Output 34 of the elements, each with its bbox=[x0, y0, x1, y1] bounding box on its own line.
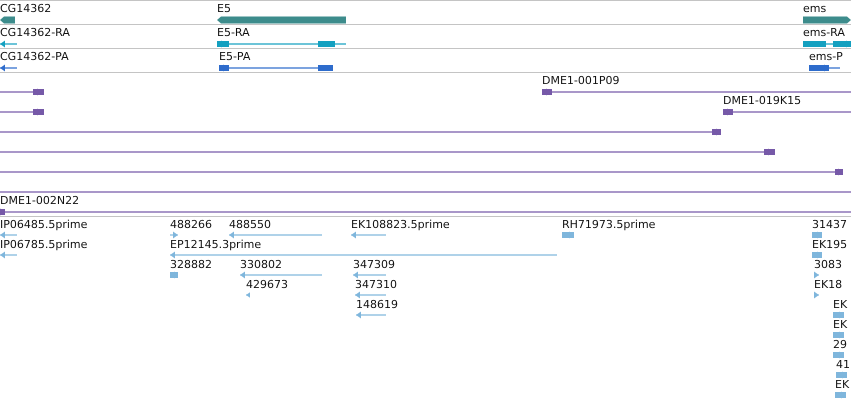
est-label: EK108823.5prime bbox=[351, 219, 450, 231]
transcript-label: CG14362-RA bbox=[0, 27, 70, 39]
est-label: 488550 bbox=[229, 219, 271, 231]
protein-label: CG14362-PA bbox=[0, 51, 69, 63]
protein-label: E5-PA bbox=[219, 51, 250, 63]
clone-label: DME1-001P09 bbox=[542, 75, 620, 87]
clone-label: DME1-002N22 bbox=[0, 195, 80, 207]
est-label: IP06485.5prime bbox=[0, 219, 88, 231]
transcript-label: ems-RA bbox=[803, 27, 845, 39]
gene-label: CG14362 bbox=[0, 3, 52, 15]
est-label: 29 bbox=[833, 339, 847, 351]
protein-label: ems-P bbox=[809, 51, 843, 63]
est-label: 330802 bbox=[240, 259, 282, 271]
est-label: 3083 bbox=[814, 259, 842, 271]
est-label: EK bbox=[833, 299, 848, 311]
gene-label: E5 bbox=[217, 3, 231, 15]
est-label: 148619 bbox=[356, 299, 398, 311]
est-label: 488266 bbox=[170, 219, 212, 231]
est-label: EK bbox=[835, 379, 850, 391]
est-label: EK18 bbox=[814, 279, 842, 291]
est-label: EP12145.3prime bbox=[170, 239, 262, 251]
est-label: 429673 bbox=[246, 279, 288, 291]
gene-label: ems bbox=[803, 3, 826, 15]
clone-label: DME1-019K15 bbox=[723, 95, 802, 107]
est-label: IP06785.5prime bbox=[0, 239, 88, 251]
est-label: 41 bbox=[836, 359, 850, 371]
transcript-label: E5-RA bbox=[217, 27, 250, 39]
est-label: 347309 bbox=[353, 259, 395, 271]
est-label: 347310 bbox=[355, 279, 397, 291]
est-label: 328882 bbox=[170, 259, 212, 271]
est-label: EK bbox=[833, 319, 848, 331]
est-label: 31437 bbox=[812, 219, 847, 231]
est-label: RH71973.5prime bbox=[562, 219, 656, 231]
est-label: EK195 bbox=[812, 239, 848, 251]
